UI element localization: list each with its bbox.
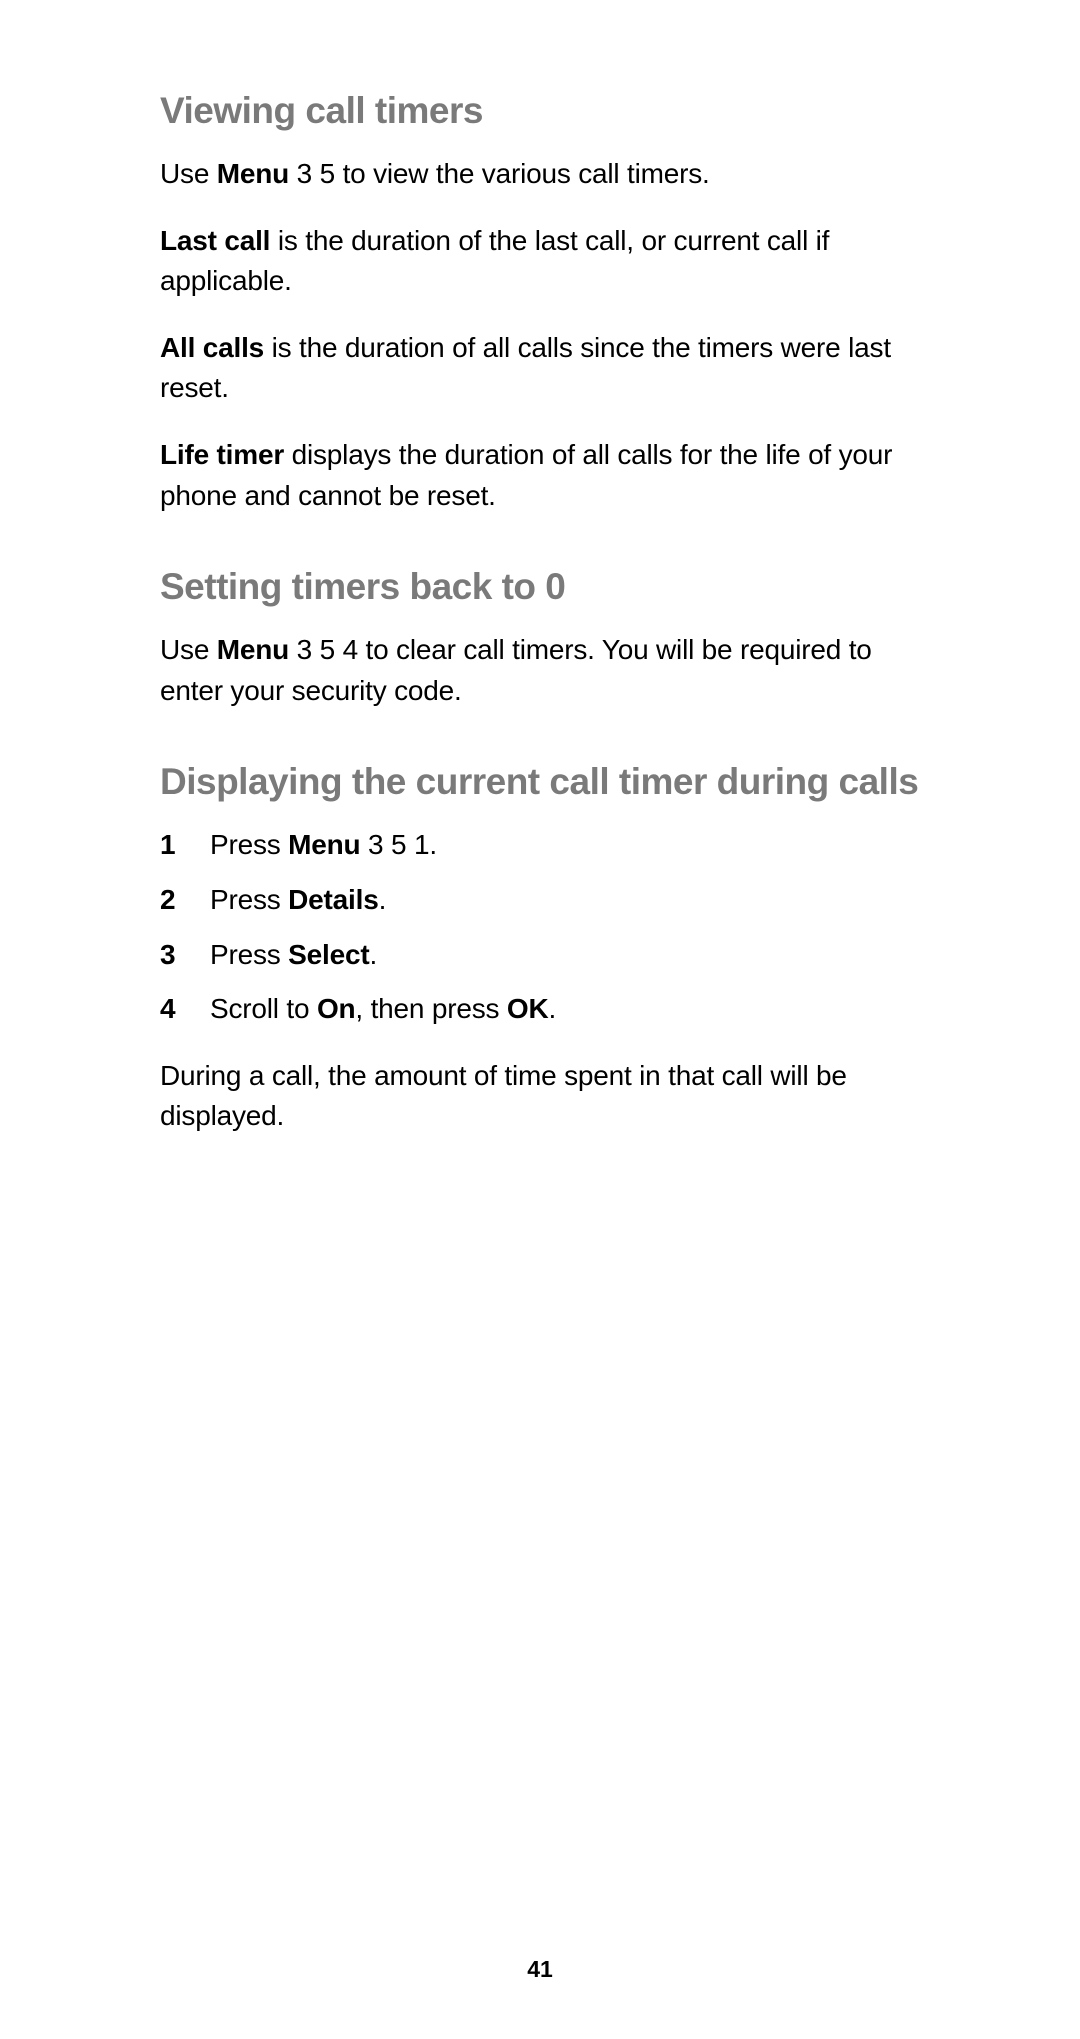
list-item: 3 Press Select. — [160, 935, 920, 976]
text: Scroll to — [210, 993, 317, 1024]
paragraph: Use Menu 3 5 to view the various call ti… — [160, 154, 920, 195]
text: Press — [210, 939, 288, 970]
list-item: 4 Scroll to On, then press OK. — [160, 989, 920, 1030]
list-item: 1 Press Menu 3 5 1. — [160, 825, 920, 866]
text-bold: All calls — [160, 332, 264, 363]
list-number: 3 — [160, 935, 175, 976]
section-heading-viewing-call-timers: Viewing call timers — [160, 90, 920, 132]
section-heading-displaying-timer: Displaying the current call timer during… — [160, 761, 920, 803]
text: . — [369, 939, 377, 970]
text: Use — [160, 634, 217, 665]
paragraph: Last call is the duration of the last ca… — [160, 221, 920, 302]
text: 3 5 1. — [360, 829, 436, 860]
text-bold: Menu — [288, 829, 360, 860]
paragraph: Life timer displays the duration of all … — [160, 435, 920, 516]
list-number: 2 — [160, 880, 175, 921]
text: is the duration of all calls since the t… — [160, 332, 891, 404]
text: , then press — [355, 993, 506, 1024]
section-heading-setting-timers: Setting timers back to 0 — [160, 566, 920, 608]
paragraph: All calls is the duration of all calls s… — [160, 328, 920, 409]
text: . — [549, 993, 557, 1024]
page-number: 41 — [0, 1956, 1080, 1983]
paragraph: During a call, the amount of time spent … — [160, 1056, 920, 1137]
text-bold: Menu — [217, 634, 289, 665]
text-bold: On — [317, 993, 355, 1024]
page-content: Viewing call timers Use Menu 3 5 to view… — [0, 0, 1080, 1223]
text-bold: OK — [507, 993, 549, 1024]
list-number: 4 — [160, 989, 175, 1030]
text: Press — [210, 829, 288, 860]
text: Use — [160, 158, 217, 189]
text-bold: Menu — [217, 158, 289, 189]
text-bold: Details — [288, 884, 378, 915]
text-bold: Last call — [160, 225, 270, 256]
text: 3 5 to view the various call timers. — [289, 158, 710, 189]
list-item: 2 Press Details. — [160, 880, 920, 921]
text-bold: Life timer — [160, 439, 284, 470]
text: . — [379, 884, 387, 915]
list-number: 1 — [160, 825, 175, 866]
paragraph: Use Menu 3 5 4 to clear call timers. You… — [160, 630, 920, 711]
text-bold: Select — [288, 939, 369, 970]
text: Press — [210, 884, 288, 915]
